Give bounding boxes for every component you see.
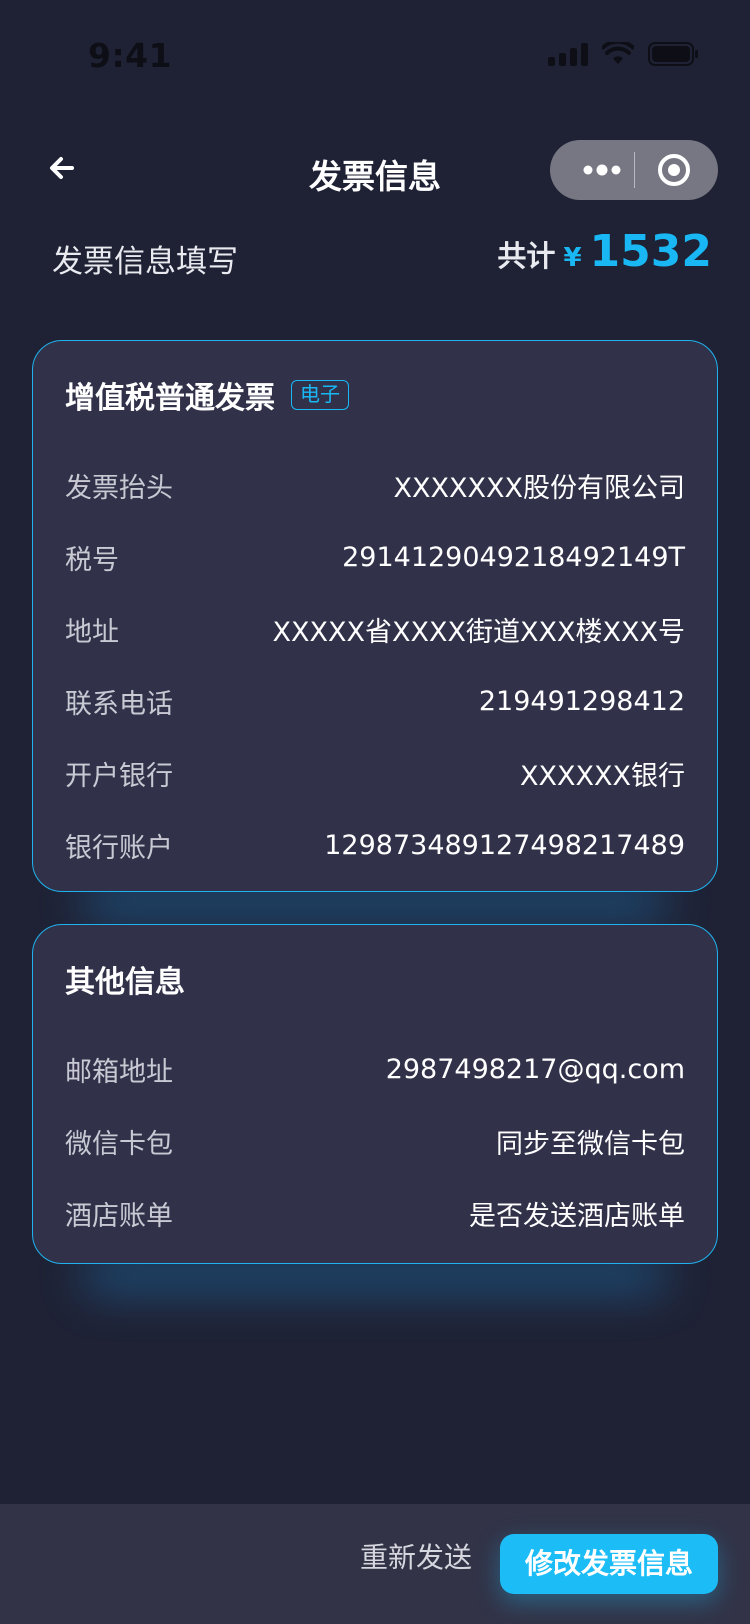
row-value: 2914129049218492149T: [342, 541, 685, 573]
invoice-row-tax-number[interactable]: 税号 2914129049218492149T: [65, 521, 685, 593]
row-value: 同步至微信卡包: [496, 1128, 685, 1160]
more-dots-icon[interactable]: [572, 140, 632, 200]
invoice-row-bank[interactable]: 开户银行 XXXXXX银行: [65, 737, 685, 809]
row-label: 开户银行: [65, 760, 173, 792]
summary-row: 发票信息填写 共计 ¥ 1532: [0, 226, 750, 286]
row-label: 联系电话: [65, 688, 173, 720]
row-label: 银行账户: [65, 832, 173, 864]
electronic-tag: 电子: [291, 380, 349, 410]
invoice-type-title: 增值税普通发票: [65, 381, 275, 416]
battery-icon: [648, 42, 698, 66]
invoice-card-header: 增值税普通发票 电子: [65, 341, 685, 449]
invoice-row-bank-account[interactable]: 银行账户 129873489127498217489: [65, 809, 685, 881]
summary-title: 发票信息填写: [52, 244, 238, 280]
bottom-action-bar: 重新发送 修改发票信息: [0, 1504, 750, 1624]
other-row-email[interactable]: 邮箱地址 2987498217@qq.com: [65, 1033, 685, 1105]
capsule-divider: [634, 152, 635, 188]
row-value: 2987498217@qq.com: [385, 1053, 685, 1085]
row-label: 邮箱地址: [65, 1056, 173, 1088]
invoice-info-page: 9:41 发票信息 发票信息填写 共计 ¥ 1532 增值税普通发票 电子 发票…: [0, 0, 750, 1624]
invoice-card-wrap: 增值税普通发票 电子 发票抬头 XXXXXXX股份有限公司 税号 2914129…: [32, 340, 718, 922]
status-icons: [548, 42, 700, 66]
other-card-header: 其他信息: [65, 925, 685, 1033]
total-label: 共计: [497, 239, 556, 273]
currency-symbol: ¥: [563, 243, 582, 273]
row-value: XXXXXX银行: [520, 760, 685, 792]
status-bar: 9:41: [0, 0, 750, 88]
total-amount: 1532: [589, 226, 712, 277]
status-time: 9:41: [88, 36, 173, 75]
signal-icon: [548, 42, 588, 66]
other-card-wrap: 其他信息 邮箱地址 2987498217@qq.com 微信卡包 同步至微信卡包…: [32, 924, 718, 1294]
resend-button[interactable]: 重新发送: [356, 1528, 476, 1588]
row-value: XXXXX省XXXX街道XXX楼XXX号: [272, 616, 685, 648]
row-value: 219491298412: [478, 685, 685, 717]
invoice-row-phone[interactable]: 联系电话 219491298412: [65, 665, 685, 737]
row-label: 酒店账单: [65, 1200, 173, 1232]
other-row-hotel-bill[interactable]: 酒店账单 是否发送酒店账单: [65, 1177, 685, 1249]
invoice-card: 增值税普通发票 电子 发票抬头 XXXXXXX股份有限公司 税号 2914129…: [32, 340, 718, 892]
wifi-icon: [602, 42, 634, 64]
row-value: 是否发送酒店账单: [469, 1200, 685, 1232]
row-label: 发票抬头: [65, 472, 173, 504]
row-label: 税号: [65, 544, 119, 576]
mini-program-capsule: [550, 140, 718, 200]
other-info-card: 其他信息 邮箱地址 2987498217@qq.com 微信卡包 同步至微信卡包…: [32, 924, 718, 1264]
other-row-wechat-card[interactable]: 微信卡包 同步至微信卡包: [65, 1105, 685, 1177]
row-value: 129873489127498217489: [324, 829, 685, 861]
nav-bar: 发票信息: [0, 136, 750, 200]
row-label: 地址: [65, 616, 119, 648]
invoice-row-address[interactable]: 地址 XXXXX省XXXX街道XXX楼XXX号: [65, 593, 685, 665]
summary-total: 共计 ¥ 1532: [497, 226, 712, 277]
invoice-row-title[interactable]: 发票抬头 XXXXXXX股份有限公司: [65, 449, 685, 521]
edit-invoice-button[interactable]: 修改发票信息: [500, 1534, 718, 1594]
other-info-title: 其他信息: [65, 965, 185, 1000]
close-target-icon[interactable]: [650, 140, 710, 200]
row-label: 微信卡包: [65, 1128, 173, 1160]
row-value: XXXXXXX股份有限公司: [393, 472, 685, 504]
